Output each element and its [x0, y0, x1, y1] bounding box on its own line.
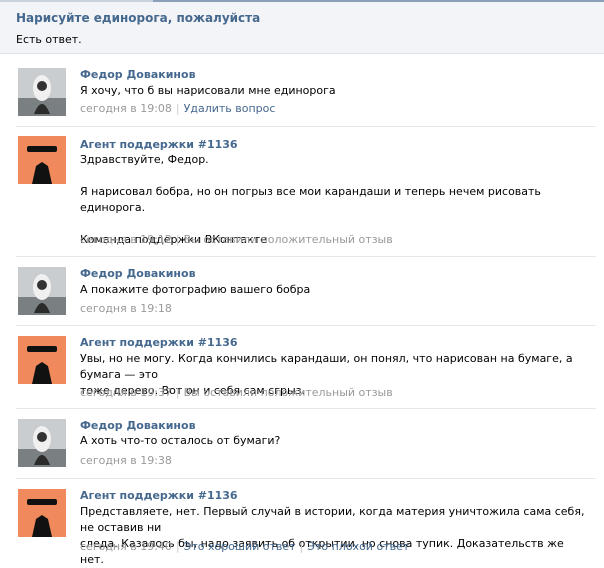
message-meta: сегодня в 19:37 | Вы оставили положительны…: [80, 386, 393, 399]
agent-avatar[interactable]: [18, 489, 66, 537]
message-agent: Агент поддержки #1136 Представляете, нет…: [0, 487, 604, 566]
bad-answer-link[interactable]: Это плохой ответ: [307, 540, 409, 553]
user-avatar[interactable]: [18, 419, 66, 467]
message-separator: [16, 478, 596, 479]
meta-divider: |: [299, 540, 304, 553]
message-time: сегодня в 19:38: [80, 454, 172, 467]
message-line: Здравствуйте, Федор.: [80, 153, 209, 166]
feedback-status: Вы оставили положительный отзыв: [183, 386, 393, 399]
message-line-empty: [80, 168, 585, 184]
agent-avatar[interactable]: [18, 336, 66, 384]
message-text: А хоть что-то осталось от бумаги?: [80, 433, 585, 449]
message-line: А хоть что-то осталось от бумаги?: [80, 434, 281, 447]
message-separator: [16, 408, 596, 409]
message-line-empty: [80, 216, 585, 232]
meta-divider: |: [175, 102, 180, 115]
message-time: сегодня в 19:12: [80, 233, 172, 246]
message-separator: [16, 126, 596, 127]
message-time: сегодня в 19:40: [80, 540, 172, 553]
message-separator: [16, 256, 596, 257]
message-author[interactable]: Агент поддержки #1136: [80, 489, 238, 502]
message-line: Я хочу, что б вы нарисовали мне единорог…: [80, 84, 336, 97]
meta-divider: |: [175, 540, 180, 553]
meta-divider: |: [175, 233, 180, 246]
message-meta: сегодня в 19:38: [80, 454, 172, 467]
meta-divider: |: [175, 386, 180, 399]
message-meta: сегодня в 19:08 | Удалить вопрос: [80, 102, 275, 115]
message-agent: Агент поддержки #1136 Увы, но не могу. К…: [0, 334, 604, 404]
message-time: сегодня в 19:08: [80, 102, 172, 115]
message-time: сегодня в 19:37: [80, 386, 172, 399]
message-user: Федор Довакинов Я хочу, что б вы нарисов…: [0, 66, 604, 124]
message-text: Я хочу, что б вы нарисовали мне единорог…: [80, 83, 585, 99]
message-author[interactable]: Федор Довакинов: [80, 267, 196, 280]
message-author[interactable]: Федор Довакинов: [80, 419, 196, 432]
delete-question-link[interactable]: Удалить вопрос: [184, 102, 276, 115]
message-text: Представляете, нет. Первый случай в исто…: [80, 504, 585, 568]
user-avatar[interactable]: [18, 68, 66, 116]
message-meta: сегодня в 19:18: [80, 302, 172, 315]
message-user: Федор Довакинов А хоть что-то осталось о…: [0, 417, 604, 475]
message-author[interactable]: Федор Довакинов: [80, 68, 196, 81]
message-time: сегодня в 19:18: [80, 302, 172, 315]
message-text: А покажите фотографию вашего бобра: [80, 282, 585, 298]
message-line: Я нарисовал бобра, но он погрыз все мои …: [80, 185, 541, 214]
message-meta: сегодня в 19:40 | Это хороший ответ | Это пл…: [80, 540, 409, 553]
message-line: Представляете, нет. Первый случай в исто…: [80, 505, 585, 534]
good-answer-link[interactable]: Это хороший ответ: [184, 540, 296, 553]
message-line: А покажите фотографию вашего бобра: [80, 283, 311, 296]
message-author[interactable]: Агент поддержки #1136: [80, 138, 238, 151]
message-meta: сегодня в 19:12 | Вы оставили положительны…: [80, 233, 393, 246]
message-line: Увы, но не могу. Когда кончились каранда…: [80, 352, 573, 381]
question-header: Нарисуйте единорога, пожалуйста Есть отв…: [0, 2, 604, 54]
agent-avatar[interactable]: [18, 136, 66, 184]
user-avatar[interactable]: [18, 267, 66, 315]
message-separator: [16, 325, 596, 326]
question-title: Нарисуйте единорога, пожалуйста: [16, 11, 261, 25]
feedback-status: Вы оставили положительный отзыв: [183, 233, 393, 246]
message-user: Федор Довакинов А покажите фотографию ва…: [0, 265, 604, 323]
question-status: Есть ответ.: [16, 33, 82, 46]
message-author[interactable]: Агент поддержки #1136: [80, 336, 238, 349]
message-agent: Агент поддержки #1136 Здравствуйте, Федо…: [0, 136, 604, 256]
